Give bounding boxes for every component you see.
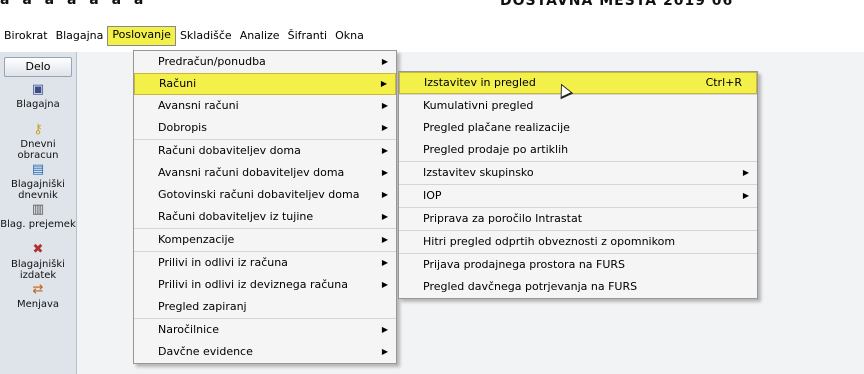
submenu-arrow-icon: ▶ [381, 146, 388, 155]
menu-item-label: Prilivi in odlivi iz računa [158, 256, 288, 269]
submenu-arrow-icon: ▶ [381, 212, 388, 221]
submenu-arrow-icon: ▶ [381, 258, 388, 267]
menu-item[interactable]: Prilivi in odlivi iz računa ▶ [134, 251, 396, 274]
menu-item-label: Priprava za poročilo Intrastat [423, 212, 583, 225]
menu-item-label: Predračun/ponudba [158, 55, 266, 68]
cash-icon: ▣ [31, 82, 45, 97]
menu-item[interactable]: Pregled davčnega potrjevanja na FURS [399, 276, 757, 298]
menu-item[interactable]: IOP ▶ [399, 184, 757, 207]
submenu-arrow-icon: ▶ [381, 123, 388, 132]
menu-item[interactable]: Dobropis ▶ [134, 117, 396, 139]
submenu-arrow-icon: ▶ [381, 168, 388, 177]
menu-okna[interactable]: Okna [331, 27, 368, 45]
menu-item-label: Naročilnice [158, 323, 219, 336]
key-icon: ⚷ [33, 122, 43, 137]
sidebar-item-label: Blag. prejemek [0, 219, 76, 230]
menu-item[interactable]: Izstavitev skupinsko ▶ [399, 161, 757, 184]
menu-item-label: Računi [159, 77, 197, 90]
racuni-submenu: Izstavitev in pregled Ctrl+R Kumulativni p… [398, 71, 758, 299]
menu-item[interactable]: Pregled zapiranj [134, 296, 396, 318]
menu-item-label: Izstavitev skupinsko [423, 166, 534, 179]
submenu-arrow-icon: ▶ [381, 190, 388, 199]
menu-item[interactable]: Pregled prodaje po artiklih [399, 139, 757, 161]
menu-item-label: Kumulativni pregled [423, 99, 534, 112]
menu-skladišče[interactable]: Skladišče [176, 27, 236, 45]
menu-item[interactable]: Prijava prodajnega prostora na FURS [399, 253, 757, 276]
cut-off-text: a a a a a a a [0, 0, 148, 8]
menu-item-label: Pregled zapiranj [158, 300, 247, 313]
sidebar-item[interactable]: ⇄ Menjava [0, 281, 76, 321]
payout-icon: ✖ [32, 242, 44, 257]
submenu-arrow-icon: ▶ [381, 325, 388, 334]
menu-item[interactable]: Računi dobaviteljev iz tujine ▶ [134, 206, 396, 228]
menu-birokrat[interactable]: Birokrat [0, 27, 52, 45]
sidebar-item[interactable]: ▥ Blag. prejemek [0, 201, 76, 241]
submenu-arrow-icon: ▶ [381, 347, 388, 356]
menu-item[interactable]: Prilivi in odlivi iz deviznega računa ▶ [134, 274, 396, 296]
sidebar: Delo ▣ Blagajna ⚷ Dnevni obracun ▤ Blagajnišk… [0, 52, 77, 374]
ledger-icon: ▤ [31, 162, 45, 177]
submenu-arrow-icon: ▶ [381, 280, 388, 289]
menu-item[interactable]: Kompenzacije ▶ [134, 228, 396, 251]
menu-item-label: Davčne evidence [158, 345, 253, 358]
menu-blagajna[interactable]: Blagajna [52, 27, 108, 45]
shortcut-label: Ctrl+R [705, 76, 742, 89]
menu-item[interactable]: Gotovinski računi dobaviteljev doma ▶ [134, 184, 396, 206]
menu-item[interactable]: Računi ▶ [134, 73, 396, 95]
sidebar-item-label: Blagajniški izdatek [11, 259, 65, 281]
menu-item-label: Avansni računi [158, 99, 239, 112]
sidebar-header[interactable]: Delo [4, 57, 72, 77]
menu-item[interactable]: Avansni računi dobaviteljev doma ▶ [134, 162, 396, 184]
sidebar-item-label: Menjava [16, 299, 60, 310]
menu-item-label: Prijava prodajnega prostora na FURS [423, 258, 626, 271]
menu-item-label: Gotovinski računi dobaviteljev doma [158, 188, 360, 201]
menu-item[interactable]: Naročilnice ▶ [134, 318, 396, 341]
submenu-arrow-icon: ▶ [742, 191, 749, 200]
exchange-icon: ⇄ [32, 282, 44, 297]
menu-item-label: Prilivi in odlivi iz deviznega računa [158, 278, 348, 291]
menu-item[interactable]: Avansni računi ▶ [134, 95, 396, 117]
menu-item-label: Izstavitev in pregled [424, 76, 536, 89]
menu-item[interactable]: Davčne evidence ▶ [134, 341, 396, 363]
menu-bar: Birokrat Blagajna Poslovanje Skladišče Anali… [0, 26, 864, 46]
menu-item-label: Hitri pregled odprtih obveznosti z opomn… [423, 235, 676, 248]
menu-item-label: Avansni računi dobaviteljev doma [158, 166, 345, 179]
menu-item[interactable]: Priprava za poročilo Intrastat [399, 207, 757, 230]
menu-šifranti[interactable]: Šifranti [284, 27, 332, 45]
menu-item[interactable]: Računi dobaviteljev doma ▶ [134, 139, 396, 162]
sidebar-item-label: Blagajna [16, 99, 60, 110]
menu-item[interactable]: Pregled plačane realizacije [399, 117, 757, 139]
submenu-arrow-icon: ▶ [381, 101, 388, 110]
submenu-arrow-icon: ▶ [381, 235, 388, 244]
submenu-arrow-icon: ▶ [742, 168, 749, 177]
menu-item-label: IOP [423, 189, 442, 202]
menu-item[interactable]: Hitri pregled odprtih obveznosti z opomn… [399, 230, 757, 253]
menu-item[interactable]: Izstavitev in pregled Ctrl+R [399, 72, 757, 94]
sidebar-item[interactable]: ✖ Blagajniški izdatek [0, 241, 76, 281]
menu-item-label: Računi dobaviteljev doma [158, 144, 301, 157]
menu-item[interactable]: Predračun/ponudba ▶ [134, 51, 396, 73]
menu-item[interactable]: Kumulativni pregled [399, 94, 757, 117]
window-title-strip: a a a a a a a DOSTAVNA MESTA 2019 06 [0, 0, 864, 18]
menu-item-label: Kompenzacije [158, 233, 235, 246]
sidebar-item-label: Blagajniški dnevnik [11, 179, 65, 201]
menu-item-label: Pregled plačane realizacije [423, 121, 570, 134]
menu-item-label: Dobropis [158, 121, 207, 134]
menu-item-label: Pregled davčnega potrjevanja na FURS [423, 280, 638, 293]
menu-poslovanje[interactable]: Poslovanje [107, 26, 176, 46]
cut-off-title: DOSTAVNA MESTA 2019 06 [500, 0, 734, 9]
poslovanje-menu: Predračun/ponudba ▶ Računi ▶ Avansni računi ▶… [133, 50, 397, 364]
menu-item-label: Računi dobaviteljev iz tujine [158, 210, 314, 223]
sidebar-item[interactable]: ⚷ Dnevni obracun [0, 121, 76, 161]
sidebar-item[interactable]: ▤ Blagajniški dnevnik [0, 161, 76, 201]
submenu-arrow-icon: ▶ [381, 57, 388, 66]
sidebar-item[interactable]: ▣ Blagajna [0, 81, 76, 121]
sidebar-item-label: Dnevni obracun [17, 139, 59, 161]
menu-analize[interactable]: Analize [236, 27, 284, 45]
receipt-icon: ▥ [31, 202, 45, 217]
menu-item-label: Pregled prodaje po artiklih [423, 143, 569, 156]
submenu-arrow-icon: ▶ [380, 79, 387, 88]
